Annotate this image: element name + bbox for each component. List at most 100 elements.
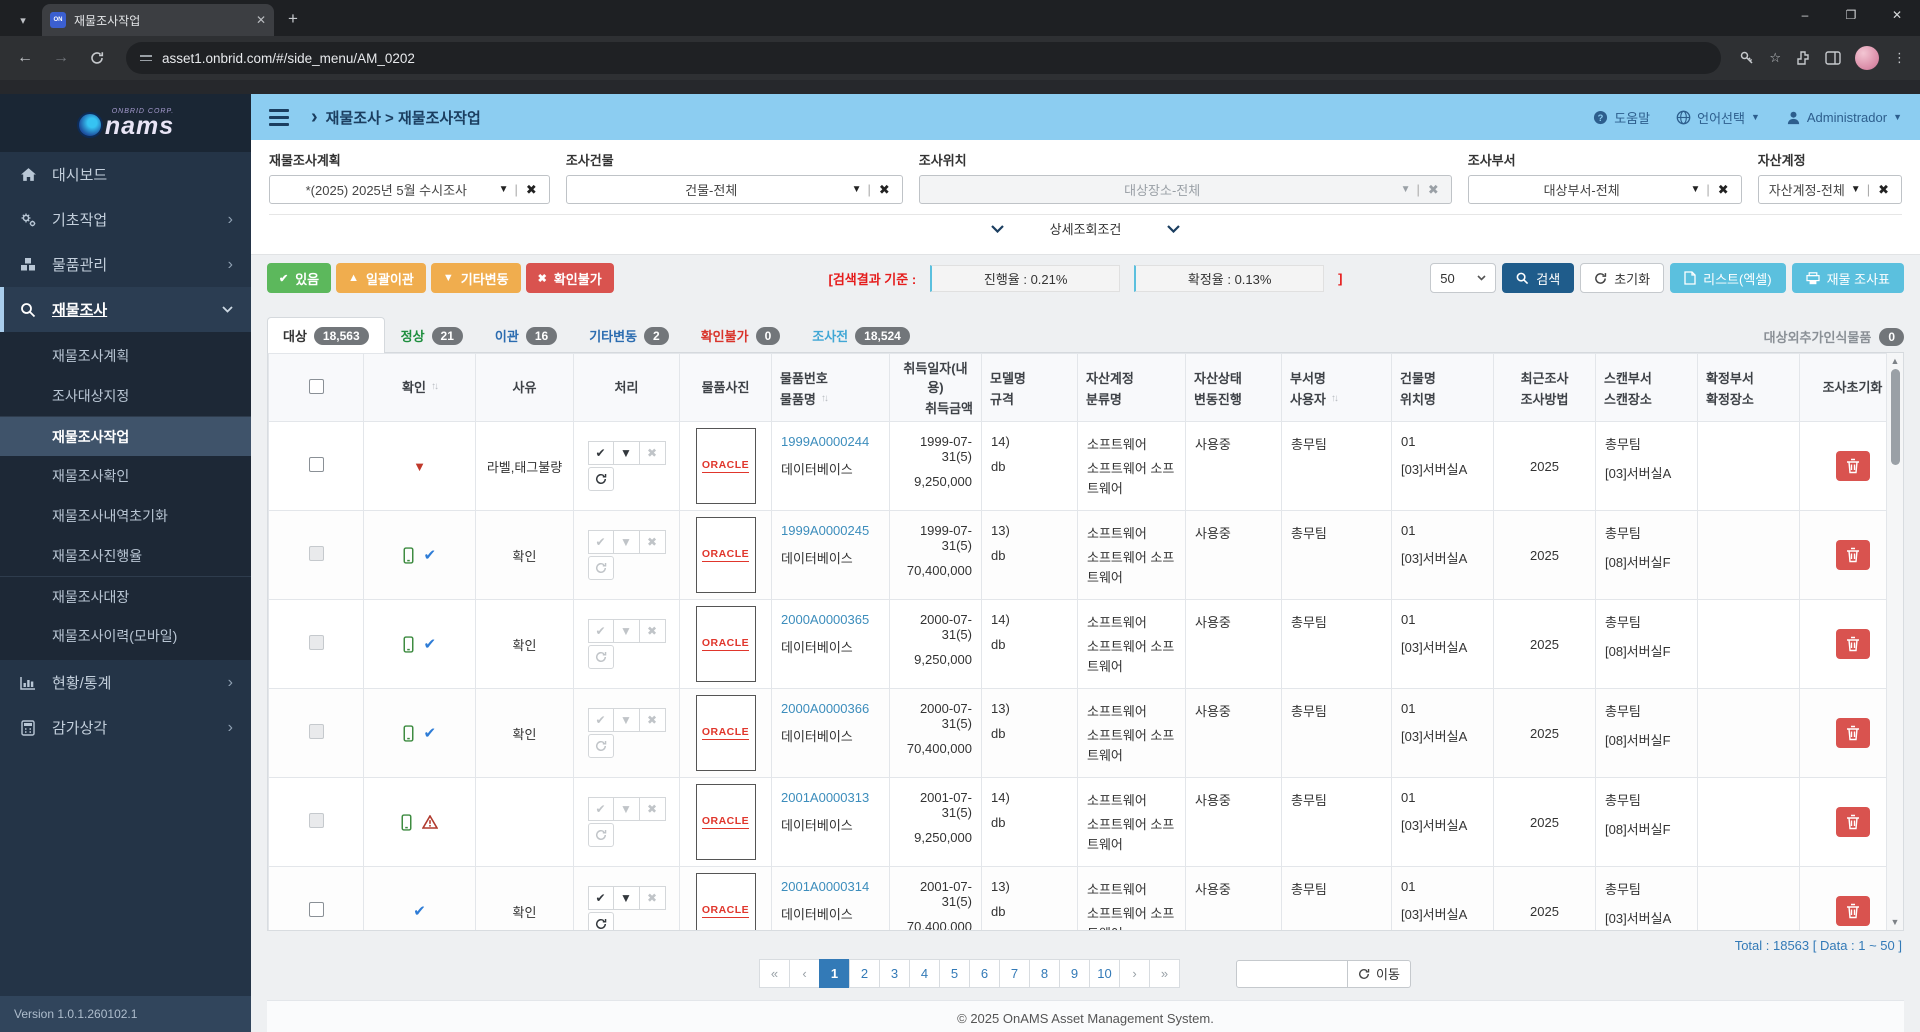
submenu-item[interactable]: 재물조사작업 (0, 416, 251, 456)
column-header[interactable]: 자산상태↑↓ 변동진행↑↓ (1185, 353, 1282, 422)
reload-button[interactable] (82, 43, 112, 73)
item-number-link[interactable]: 1999A0000245 (781, 523, 869, 538)
hamburger-menu-icon[interactable] (269, 108, 289, 126)
status-tab[interactable]: 조사전 18,524 (796, 317, 926, 353)
item-photo[interactable]: ORACLE (695, 695, 756, 771)
caret-down-icon[interactable]: ▼ (493, 184, 515, 195)
process-reject-button[interactable]: ✖ (639, 441, 666, 465)
page-number-button[interactable]: 1 (819, 959, 851, 988)
password-key-icon[interactable] (1739, 50, 1755, 66)
app-logo[interactable]: ONBRID CORP. nams (0, 94, 251, 152)
url-bar[interactable]: asset1.onbrid.com/#/side_menu/AM_0202 (126, 42, 1722, 74)
filter-select[interactable]: 건물-전체 ▼ | ✖ (565, 175, 903, 204)
process-caret-button[interactable]: ▼ (613, 619, 640, 643)
page-number-button[interactable]: 9 (1059, 959, 1091, 988)
process-reject-button[interactable]: ✖ (639, 886, 666, 910)
row-checkbox[interactable] (308, 457, 324, 472)
column-header[interactable]: 스캔부서↑↓ 스캔장소↑↓ (1595, 353, 1698, 422)
process-confirm-button[interactable]: ✔ (587, 441, 614, 465)
process-refresh-button[interactable] (587, 734, 614, 758)
reset-survey-button[interactable] (1835, 807, 1870, 837)
submenu-item[interactable]: 재물조사내역초기화 (0, 496, 251, 536)
item-number-link[interactable]: 2001A0000313 (781, 790, 869, 805)
scrollbar-thumb[interactable] (1890, 369, 1900, 465)
filter-select[interactable]: *(2025) 2025년 5월 수시조사 ▼ | ✖ (269, 175, 550, 204)
column-header[interactable]: 물품사진↑↓ ↑↓ (679, 353, 772, 422)
excel-list-button[interactable]: 리스트(엑셀) (1670, 263, 1786, 293)
detail-search-toggle[interactable]: 상세조회조건 (269, 214, 1902, 242)
new-tab-button[interactable]: + (280, 6, 306, 32)
clear-filter-icon[interactable]: ✖ (1870, 182, 1891, 198)
row-checkbox[interactable] (308, 813, 324, 828)
clear-filter-icon[interactable]: ✖ (1420, 182, 1441, 198)
side-panel-icon[interactable] (1825, 51, 1841, 65)
filter-select[interactable]: 대상장소-전체 ▼ | ✖ (918, 175, 1452, 204)
process-reject-button[interactable]: ✖ (639, 530, 666, 554)
status-action-button[interactable]: ▼ 기타변동 (430, 263, 521, 293)
submenu-item[interactable]: 조사대상지정 (0, 376, 251, 416)
caret-down-icon[interactable]: ▼ (846, 184, 868, 195)
process-confirm-button[interactable]: ✔ (587, 886, 614, 910)
item-number-link[interactable]: 1999A0000244 (781, 434, 869, 449)
clear-filter-icon[interactable]: ✖ (1710, 182, 1731, 198)
bookmark-star-icon[interactable]: ☆ (1769, 50, 1781, 66)
column-header[interactable]: 처리↑↓ ↑↓ (573, 353, 680, 422)
process-caret-button[interactable]: ▼ (613, 797, 640, 821)
forward-button[interactable]: → (46, 43, 76, 73)
scroll-up-icon[interactable]: ▲ (1891, 353, 1900, 369)
page-number-button[interactable]: 4 (909, 959, 941, 988)
process-confirm-button[interactable]: ✔ (587, 530, 614, 554)
process-refresh-button[interactable] (587, 556, 614, 580)
column-header[interactable]: 자산계정↑↓ 분류명↑↓ (1077, 353, 1186, 422)
sidebar-item-asset-survey[interactable]: 재물조사 (0, 287, 251, 332)
sidebar-item-dashboard[interactable]: 대시보드 (0, 152, 251, 197)
search-button[interactable]: 검색 (1502, 263, 1575, 293)
sidebar-item-depreciation[interactable]: 감가상각 › (0, 705, 251, 750)
filter-select[interactable]: 자산계정-전체 ▼ | ✖ (1757, 175, 1902, 204)
reset-survey-button[interactable] (1835, 896, 1870, 926)
submenu-item[interactable]: 재물조사대장 (0, 576, 251, 616)
prev-page-button[interactable]: ‹ (789, 959, 821, 988)
process-refresh-button[interactable] (587, 823, 614, 847)
submenu-item[interactable]: 재물조사확인 (0, 456, 251, 496)
page-size-select[interactable]: 50 (1430, 263, 1497, 293)
sidebar-item-item-management[interactable]: 물품관리 › (0, 242, 251, 287)
page-jump-input[interactable] (1236, 959, 1349, 988)
status-action-button[interactable]: ✔ 있음 (267, 263, 332, 293)
process-caret-button[interactable]: ▼ (613, 530, 640, 554)
process-refresh-button[interactable] (587, 645, 614, 669)
browser-tab[interactable]: ON 재물조사작업 ✕ (42, 4, 274, 36)
status-action-button[interactable]: ✖ 확인불가 (525, 263, 614, 293)
scroll-down-icon[interactable]: ▼ (1891, 914, 1900, 930)
site-settings-icon[interactable] (140, 54, 152, 62)
item-number-link[interactable]: 2000A0000365 (781, 612, 869, 627)
status-tab[interactable]: 기타변동 2 (573, 317, 685, 353)
page-number-button[interactable]: 2 (849, 959, 881, 988)
column-header[interactable]: 확정부서↑↓ 확정장소↑↓ (1697, 353, 1800, 422)
submenu-item[interactable]: 재물조사진행율 (0, 536, 251, 576)
column-header[interactable]: 사유↑↓ ↑↓ (475, 353, 574, 422)
browser-profile-avatar[interactable] (1855, 46, 1879, 70)
page-number-button[interactable]: 3 (879, 959, 911, 988)
clear-filter-icon[interactable]: ✖ (518, 182, 539, 198)
process-caret-button[interactable]: ▼ (613, 886, 640, 910)
browser-menu-icon[interactable]: ⋮ (1893, 50, 1906, 66)
clear-filter-icon[interactable]: ✖ (871, 182, 892, 198)
sort-icon[interactable]: ↑↓ (821, 393, 829, 404)
first-page-button[interactable]: « (759, 959, 791, 988)
window-maximize-button[interactable]: ❐ (1828, 0, 1874, 30)
submenu-item[interactable]: 재물조사이력(모바일) (0, 616, 251, 656)
status-tab[interactable]: 대상 18,563 (267, 317, 385, 353)
item-photo[interactable]: ORACLE (695, 873, 756, 930)
tab-close-icon[interactable]: ✕ (256, 13, 266, 27)
page-number-button[interactable]: 10 (1089, 959, 1121, 988)
reset-survey-button[interactable] (1835, 718, 1870, 748)
item-photo[interactable]: ORACLE (695, 606, 756, 682)
reset-survey-button[interactable] (1835, 451, 1870, 481)
process-reject-button[interactable]: ✖ (639, 797, 666, 821)
page-jump-button[interactable]: 이동 (1348, 959, 1411, 988)
window-minimize-button[interactable]: – (1782, 0, 1828, 30)
user-menu[interactable]: Administrador ▼ (1786, 110, 1902, 125)
reset-survey-button[interactable] (1835, 629, 1870, 659)
filter-select[interactable]: 대상부서-전체 ▼ | ✖ (1467, 175, 1742, 204)
